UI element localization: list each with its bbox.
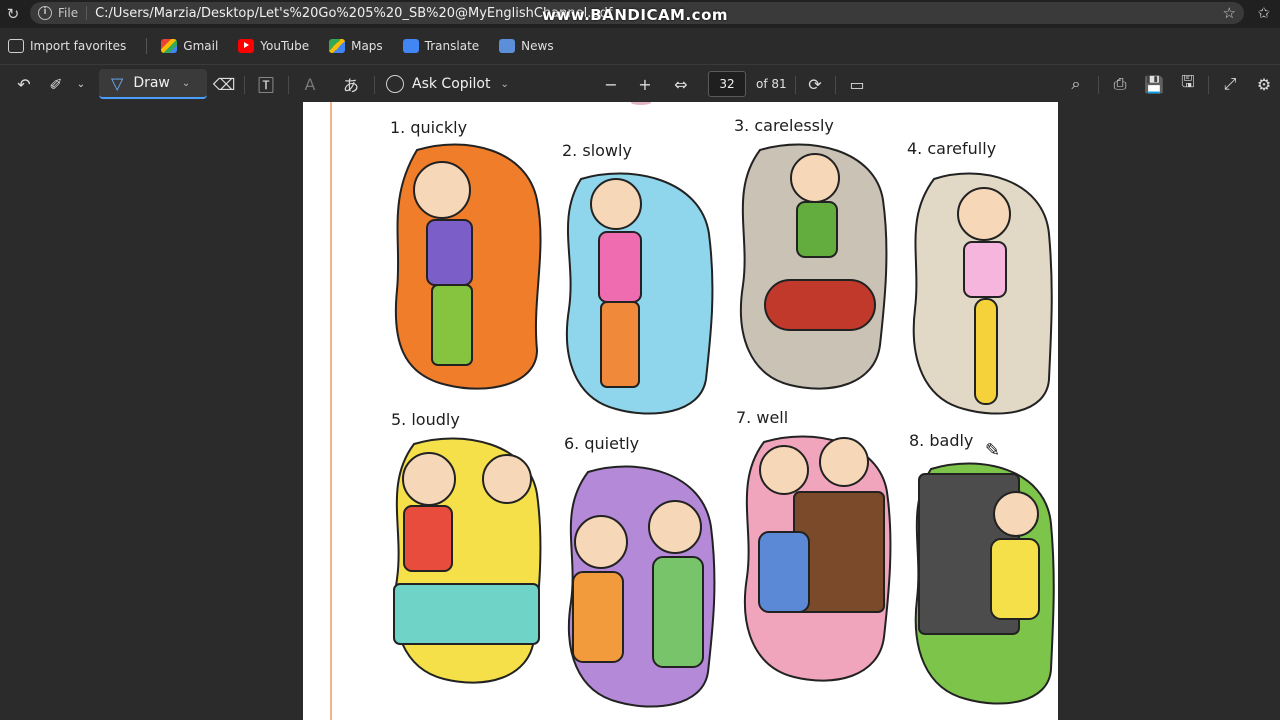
favorites-divider bbox=[146, 38, 148, 54]
eraser-icon[interactable]: ⌫ bbox=[212, 65, 236, 103]
read-aloud-icon[interactable]: A bbox=[298, 65, 322, 103]
page-total: of 81 bbox=[756, 77, 787, 91]
pencil-cursor-icon: ✎ bbox=[985, 440, 1001, 461]
save-as-icon[interactable]: 🖫 bbox=[1176, 65, 1200, 103]
translate-icon bbox=[402, 39, 419, 53]
item-label-4: 4. carefully bbox=[907, 139, 997, 158]
import-icon bbox=[8, 39, 24, 53]
item-label-7: 7. well bbox=[736, 408, 789, 427]
favorite-gmail[interactable]: Gmail bbox=[161, 39, 218, 53]
draw-label: Draw bbox=[133, 75, 170, 91]
add-text-icon[interactable]: 🅃 bbox=[254, 65, 278, 103]
search-icon[interactable]: ⌕ bbox=[1064, 65, 1088, 103]
illustration-loudly bbox=[393, 437, 542, 684]
illustration-quietly bbox=[567, 465, 716, 708]
toolbar-divider bbox=[1098, 76, 1099, 94]
favorites-bar: Import favorites Gmail YouTube Maps Tran… bbox=[0, 28, 1280, 64]
pdf-toolbar: ↶ ✐ ⌄ ▽ Draw ⌄ ⌫ 🅃 A あ Ask Copilot ⌄ − +… bbox=[0, 64, 1280, 102]
fit-width-icon[interactable]: ⇔ bbox=[668, 65, 694, 103]
settings-gear-icon[interactable]: ⚙ bbox=[1252, 65, 1276, 103]
file-scheme-label: File bbox=[58, 6, 79, 20]
toolbar-divider bbox=[1208, 76, 1209, 94]
zoom-out-icon[interactable]: − bbox=[600, 65, 622, 103]
item-label-5: 5. loudly bbox=[391, 410, 460, 429]
save-icon[interactable]: 💾 bbox=[1142, 65, 1166, 103]
item-label-8: 8. badly bbox=[909, 431, 974, 450]
favorite-label: Maps bbox=[351, 39, 383, 53]
favorite-label: News bbox=[521, 39, 554, 53]
rotate-icon[interactable]: ⟳ bbox=[803, 65, 827, 103]
draw-pen-icon: ▽ bbox=[111, 73, 124, 93]
copilot-chevron-icon[interactable]: ⌄ bbox=[501, 79, 509, 90]
item-label-1: 1. quickly bbox=[390, 118, 468, 137]
favorite-label: Import favorites bbox=[30, 39, 127, 53]
page-number-input[interactable]: 32 bbox=[708, 71, 746, 97]
page-top-mark bbox=[631, 102, 651, 105]
pdf-page[interactable]: 1. quickly 2. slowly 3. carelessly 4. ca… bbox=[303, 102, 1058, 720]
url-text[interactable]: C:/Users/Marzia/Desktop/Let's%20Go%205%2… bbox=[95, 6, 612, 21]
address-bar: ↻ i File C:/Users/Marzia/Desktop/Let's%2… bbox=[0, 0, 1280, 28]
toolbar-divider bbox=[374, 76, 375, 94]
print-icon[interactable]: ⎙ bbox=[1108, 65, 1132, 103]
item-label-2: 2. slowly bbox=[562, 141, 632, 160]
favorite-star-icon[interactable]: ☆ bbox=[1223, 4, 1236, 22]
toolbar-divider bbox=[244, 76, 245, 94]
illustration-badly bbox=[914, 462, 1055, 705]
illustration-carelessly bbox=[739, 143, 888, 390]
gmail-icon bbox=[161, 39, 178, 53]
favorite-news[interactable]: News bbox=[499, 39, 554, 53]
page-margin-line bbox=[330, 102, 332, 720]
favorite-label: YouTube bbox=[260, 39, 310, 53]
youtube-icon bbox=[238, 39, 255, 53]
item-label-6: 6. quietly bbox=[564, 434, 640, 453]
highlight-chevron-icon[interactable]: ⌄ bbox=[74, 65, 88, 103]
news-icon bbox=[499, 39, 516, 53]
draw-chevron-icon[interactable]: ⌄ bbox=[182, 78, 190, 89]
toolbar-divider bbox=[835, 76, 836, 94]
info-icon[interactable]: i bbox=[38, 6, 52, 20]
ask-copilot-button[interactable]: Ask Copilot ⌄ bbox=[386, 65, 509, 103]
reload-icon[interactable]: ↻ bbox=[2, 5, 24, 23]
draw-button[interactable]: ▽ Draw ⌄ bbox=[99, 69, 207, 99]
pdf-viewer[interactable]: 1. quickly 2. slowly 3. carelessly 4. ca… bbox=[0, 102, 1280, 720]
page-view-icon[interactable]: ▭ bbox=[845, 65, 869, 103]
toolbar-divider bbox=[288, 76, 289, 94]
illustration-well bbox=[743, 435, 892, 682]
toolbar-divider bbox=[795, 76, 796, 94]
illustration-quickly bbox=[394, 143, 542, 390]
url-divider bbox=[86, 6, 88, 20]
undo-icon[interactable]: ↶ bbox=[12, 65, 36, 103]
recording-watermark: www.BANDICAM.com bbox=[542, 6, 729, 24]
favorite-label: Gmail bbox=[183, 39, 219, 53]
translate-page-icon[interactable]: あ bbox=[338, 65, 364, 103]
favorite-label: Translate bbox=[424, 39, 480, 53]
copilot-icon bbox=[386, 75, 404, 93]
zoom-in-icon[interactable]: + bbox=[634, 65, 656, 103]
fullscreen-icon[interactable]: ⤢ bbox=[1218, 65, 1242, 103]
illustration-slowly bbox=[565, 172, 714, 415]
favorites-collection-icon[interactable]: ✩ bbox=[1257, 4, 1270, 22]
maps-icon bbox=[329, 39, 346, 53]
favorite-maps[interactable]: Maps bbox=[329, 39, 383, 53]
copilot-label: Ask Copilot bbox=[412, 76, 491, 92]
highlight-icon[interactable]: ✐ bbox=[44, 65, 68, 103]
favorite-youtube[interactable]: YouTube bbox=[238, 39, 309, 53]
favorite-import[interactable]: Import favorites bbox=[8, 39, 126, 53]
illustration-carefully bbox=[912, 172, 1053, 415]
item-label-3: 3. carelessly bbox=[734, 116, 834, 135]
favorite-translate[interactable]: Translate bbox=[402, 39, 480, 53]
